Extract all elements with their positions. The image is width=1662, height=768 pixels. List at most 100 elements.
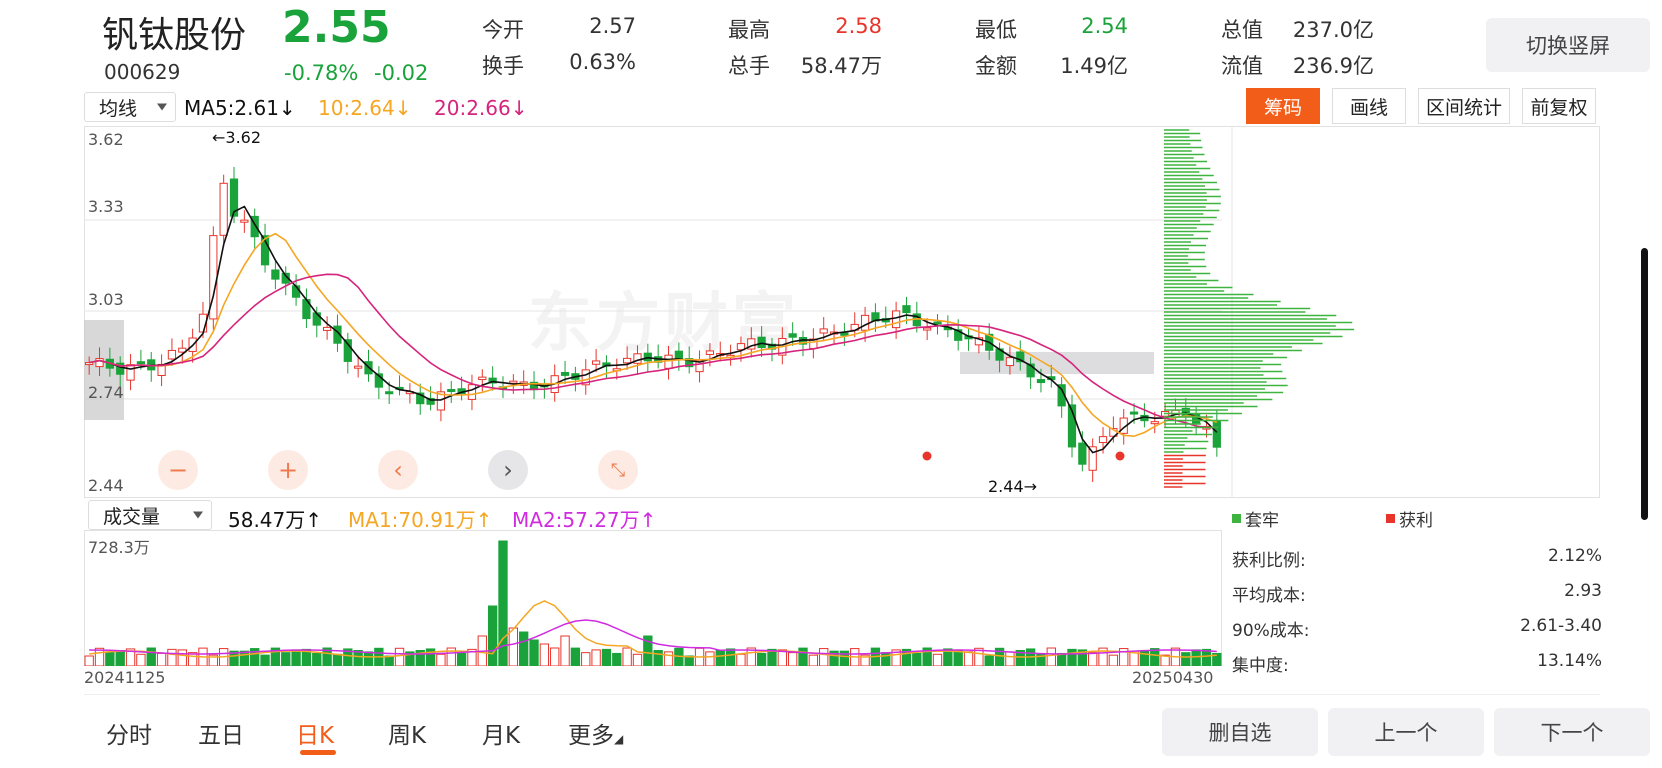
chevron-down-icon <box>193 511 203 519</box>
candle-body <box>322 326 332 331</box>
volume-bar <box>653 650 663 666</box>
chip-stat-row: 90%成本: 2.61-3.40 <box>1232 616 1602 641</box>
indicator-select-value: 均线 <box>99 97 138 120</box>
candle-body <box>840 332 849 336</box>
volume-bar <box>777 649 787 666</box>
quote-value-open: 2.57 <box>589 14 636 38</box>
y-tick-label: 2.44 <box>88 476 124 495</box>
chip-stat-label: 90%成本: <box>1232 621 1310 641</box>
zoom-in-button[interactable]: + <box>268 450 308 490</box>
chip-stat-label: 集中度: <box>1232 656 1289 676</box>
ma10-line <box>89 232 1218 438</box>
next-stock-button[interactable]: 下一个 <box>1494 708 1650 756</box>
volume-bar <box>953 650 963 666</box>
volume-indicator-select-value: 成交量 <box>103 505 161 528</box>
chip-stat-value: 2.61-3.40 <box>1520 616 1602 636</box>
tab-weekly-k[interactable]: 周K <box>388 716 426 750</box>
active-tab-underline <box>300 750 336 755</box>
candle-body <box>705 350 715 355</box>
volume-bar <box>663 651 674 666</box>
kline-chart[interactable] <box>84 126 1600 498</box>
candle-body <box>933 321 942 325</box>
tab-monthly-k[interactable]: 月K <box>482 716 520 750</box>
quote-label-low: 最低 <box>975 18 1017 42</box>
draw-line-button[interactable]: 画线 <box>1332 88 1406 124</box>
ma10-readout: 10:2.64↓ <box>318 96 412 120</box>
volume-bar <box>591 649 601 666</box>
end-date: 20250430 <box>1132 668 1214 687</box>
current-price: 2.55 <box>282 2 391 53</box>
chip-stat-value: 2.12% <box>1547 546 1602 566</box>
divider <box>84 694 1600 695</box>
volume-bar <box>456 652 467 666</box>
remove-watchlist-button[interactable]: 删自选 <box>1162 708 1318 756</box>
vol-ma2-readout: MA2:57.27万↑ <box>512 508 657 532</box>
previous-stock-button[interactable]: 上一个 <box>1328 708 1484 756</box>
signal-dot <box>1115 451 1125 461</box>
chip-stat-value: 2.93 <box>1564 581 1602 601</box>
volume-bar <box>984 655 994 666</box>
quote-value-volume: 58.47万 <box>800 54 882 78</box>
volume-indicator-select[interactable]: 成交量 <box>88 500 212 530</box>
scrollbar[interactable] <box>1641 248 1648 520</box>
start-date: 20241125 <box>84 668 166 687</box>
ma20-readout: 20:2.66↓ <box>434 96 528 120</box>
candle-body <box>126 364 135 381</box>
high-marker: ←3.62 <box>212 128 262 147</box>
quote-label-high: 最高 <box>728 18 770 42</box>
tab-five-day[interactable]: 五日 <box>198 716 244 750</box>
zoom-out-button[interactable]: − <box>158 450 198 490</box>
change-percent: -0.78% <box>284 61 359 85</box>
range-stats-button[interactable]: 区间统计 <box>1418 88 1510 124</box>
legend-swatch <box>1386 514 1395 523</box>
volume-chart[interactable] <box>84 530 1222 666</box>
chip-stat-label: 获利比例: <box>1232 551 1306 571</box>
volume-bar <box>560 635 570 666</box>
volume-bar <box>136 653 146 666</box>
scroll-right-button[interactable]: › <box>488 450 528 490</box>
quote-value-amount: 1.49亿 <box>1060 54 1128 78</box>
chip-stat-label: 平均成本: <box>1232 586 1306 606</box>
switch-portrait-button[interactable]: 切换竖屏 <box>1486 18 1650 72</box>
plus-icon: + <box>277 456 299 484</box>
volume-readout: 58.47万↑ <box>228 508 323 532</box>
volume-bar <box>581 652 591 666</box>
tab-more[interactable]: 更多◢ <box>568 716 623 750</box>
candle-body <box>902 305 911 314</box>
scroll-left-button[interactable]: ‹ <box>378 450 418 490</box>
volume-bar <box>622 647 632 666</box>
ma20-line <box>89 273 1217 429</box>
tab-intraday[interactable]: 分时 <box>106 716 152 750</box>
candle-body <box>1036 379 1046 384</box>
ma5-readout: MA5:2.61↓ <box>184 96 296 120</box>
volume-bar <box>736 653 746 666</box>
ma5-line <box>89 205 1218 454</box>
quote-label-market-cap: 总值 <box>1221 18 1263 42</box>
chip-stat-value: 13.14% <box>1537 651 1602 671</box>
pre-adjust-button[interactable]: 前复权 <box>1522 88 1596 124</box>
volume-bar <box>912 652 922 666</box>
candle-body <box>891 310 901 329</box>
volume-bar <box>808 654 819 666</box>
reset-zoom-button[interactable]: ⤡ <box>598 450 638 490</box>
legend-label: 套牢 <box>1245 511 1279 531</box>
candle-body <box>1129 411 1139 415</box>
volume-bar <box>394 647 405 666</box>
candle-body <box>354 365 363 369</box>
volume-bar <box>612 652 622 666</box>
volume-bar <box>519 631 529 666</box>
quote-label-amount: 金额 <box>975 54 1017 78</box>
volume-bar <box>84 655 94 666</box>
chips-button[interactable]: 筹码 <box>1246 88 1320 124</box>
volume-max-label: 728.3万 <box>88 538 150 557</box>
legend-trapped: 套牢 <box>1232 506 1279 531</box>
volume-bar <box>1201 648 1212 666</box>
volume-bar <box>312 652 322 666</box>
quote-label-float-cap: 流值 <box>1221 54 1263 78</box>
candle-body <box>591 360 601 365</box>
tab-daily-k[interactable]: 日K <box>296 716 334 750</box>
minus-icon: − <box>167 456 189 484</box>
candle-body <box>167 349 177 360</box>
indicator-select[interactable]: 均线 <box>84 92 176 122</box>
volume-bar <box>1191 649 1201 666</box>
